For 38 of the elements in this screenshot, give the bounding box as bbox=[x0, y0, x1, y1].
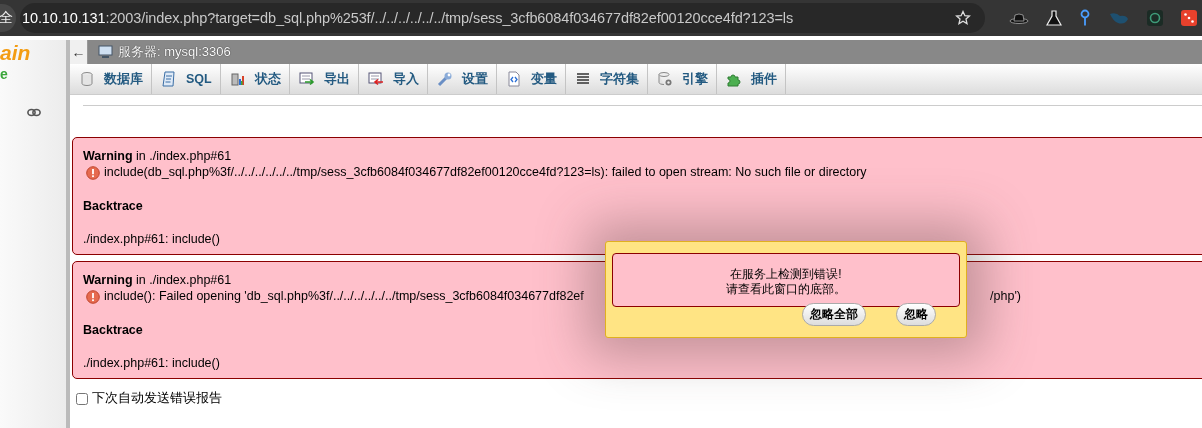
link-icon[interactable] bbox=[27, 108, 41, 117]
address-bar[interactable]: 10.10.10.131:2003/index.php?target=db_sql.php%253f/../../../../../../tmp/sess_3cfb6084f034677df82ef00120cce4fd?123=ls bbox=[20, 3, 985, 33]
flask-icon[interactable] bbox=[1046, 9, 1062, 27]
pin-icon[interactable] bbox=[1079, 9, 1091, 27]
ring-icon[interactable] bbox=[1147, 10, 1163, 26]
error-icon bbox=[86, 289, 100, 304]
ignore-button[interactable]: 忽略 bbox=[896, 303, 936, 326]
database-gear-icon bbox=[656, 71, 673, 87]
warning-heading: Warning in ./index.php#61 bbox=[83, 272, 232, 288]
error-message: include(db_sql.php%3f/../../../../../../tmp/sess_3cfb6084f034677df82ef00120cce4fd?123=ls): failed to open stream: No such file or directory bbox=[104, 164, 867, 181]
back-button[interactable]: ← bbox=[70, 40, 88, 64]
backtrace-heading: Backtrace bbox=[83, 198, 144, 214]
wrench-icon bbox=[436, 71, 453, 87]
checkbox-label: 下次自动发送错误报告 bbox=[92, 390, 222, 407]
logo-text: ain bbox=[0, 40, 31, 66]
lines-icon bbox=[574, 71, 591, 87]
code-file-icon bbox=[505, 71, 522, 87]
server-title[interactable]: 服务器: mysql:3306 bbox=[118, 43, 231, 61]
url-text[interactable]: 10.10.10.131:2003/index.php?target=db_sql.php%253f/../../../../../../tmp/sess_3cfb6084f034677df82ef00120cce4fd?123=ls bbox=[22, 10, 794, 26]
ignore-button[interactable]: 忽略全部 bbox=[802, 303, 866, 326]
menu-button[interactable]: 全 bbox=[0, 4, 16, 32]
database-icon bbox=[79, 71, 95, 87]
backtrace-heading: Backtrace bbox=[83, 322, 144, 338]
warning-heading: Warning in ./index.php#61 bbox=[83, 148, 232, 164]
server-icon bbox=[98, 45, 114, 59]
checkbox[interactable] bbox=[76, 392, 88, 405]
star-icon[interactable] bbox=[955, 10, 971, 26]
backtrace-line: ./index.php#61: include() bbox=[83, 231, 221, 247]
backtrace-line: ./index.php#61: include() bbox=[83, 355, 221, 371]
error-icon bbox=[86, 165, 100, 180]
logo-subtext: e bbox=[0, 66, 8, 82]
hat-icon[interactable] bbox=[1009, 10, 1029, 26]
chart-icon bbox=[229, 71, 246, 87]
error-message: include(): Failed opening 'db_sql.php%3f/../../../../../../tmp/sess_3cfb6084f034677df82ef bbox=[104, 288, 584, 305]
dice-icon[interactable] bbox=[1180, 9, 1198, 27]
dialog-message: 在服务上检测到错误! 请查看此窗口的底部。 bbox=[612, 253, 960, 307]
document-icon bbox=[161, 71, 177, 87]
error-message: /php') bbox=[990, 288, 1021, 305]
